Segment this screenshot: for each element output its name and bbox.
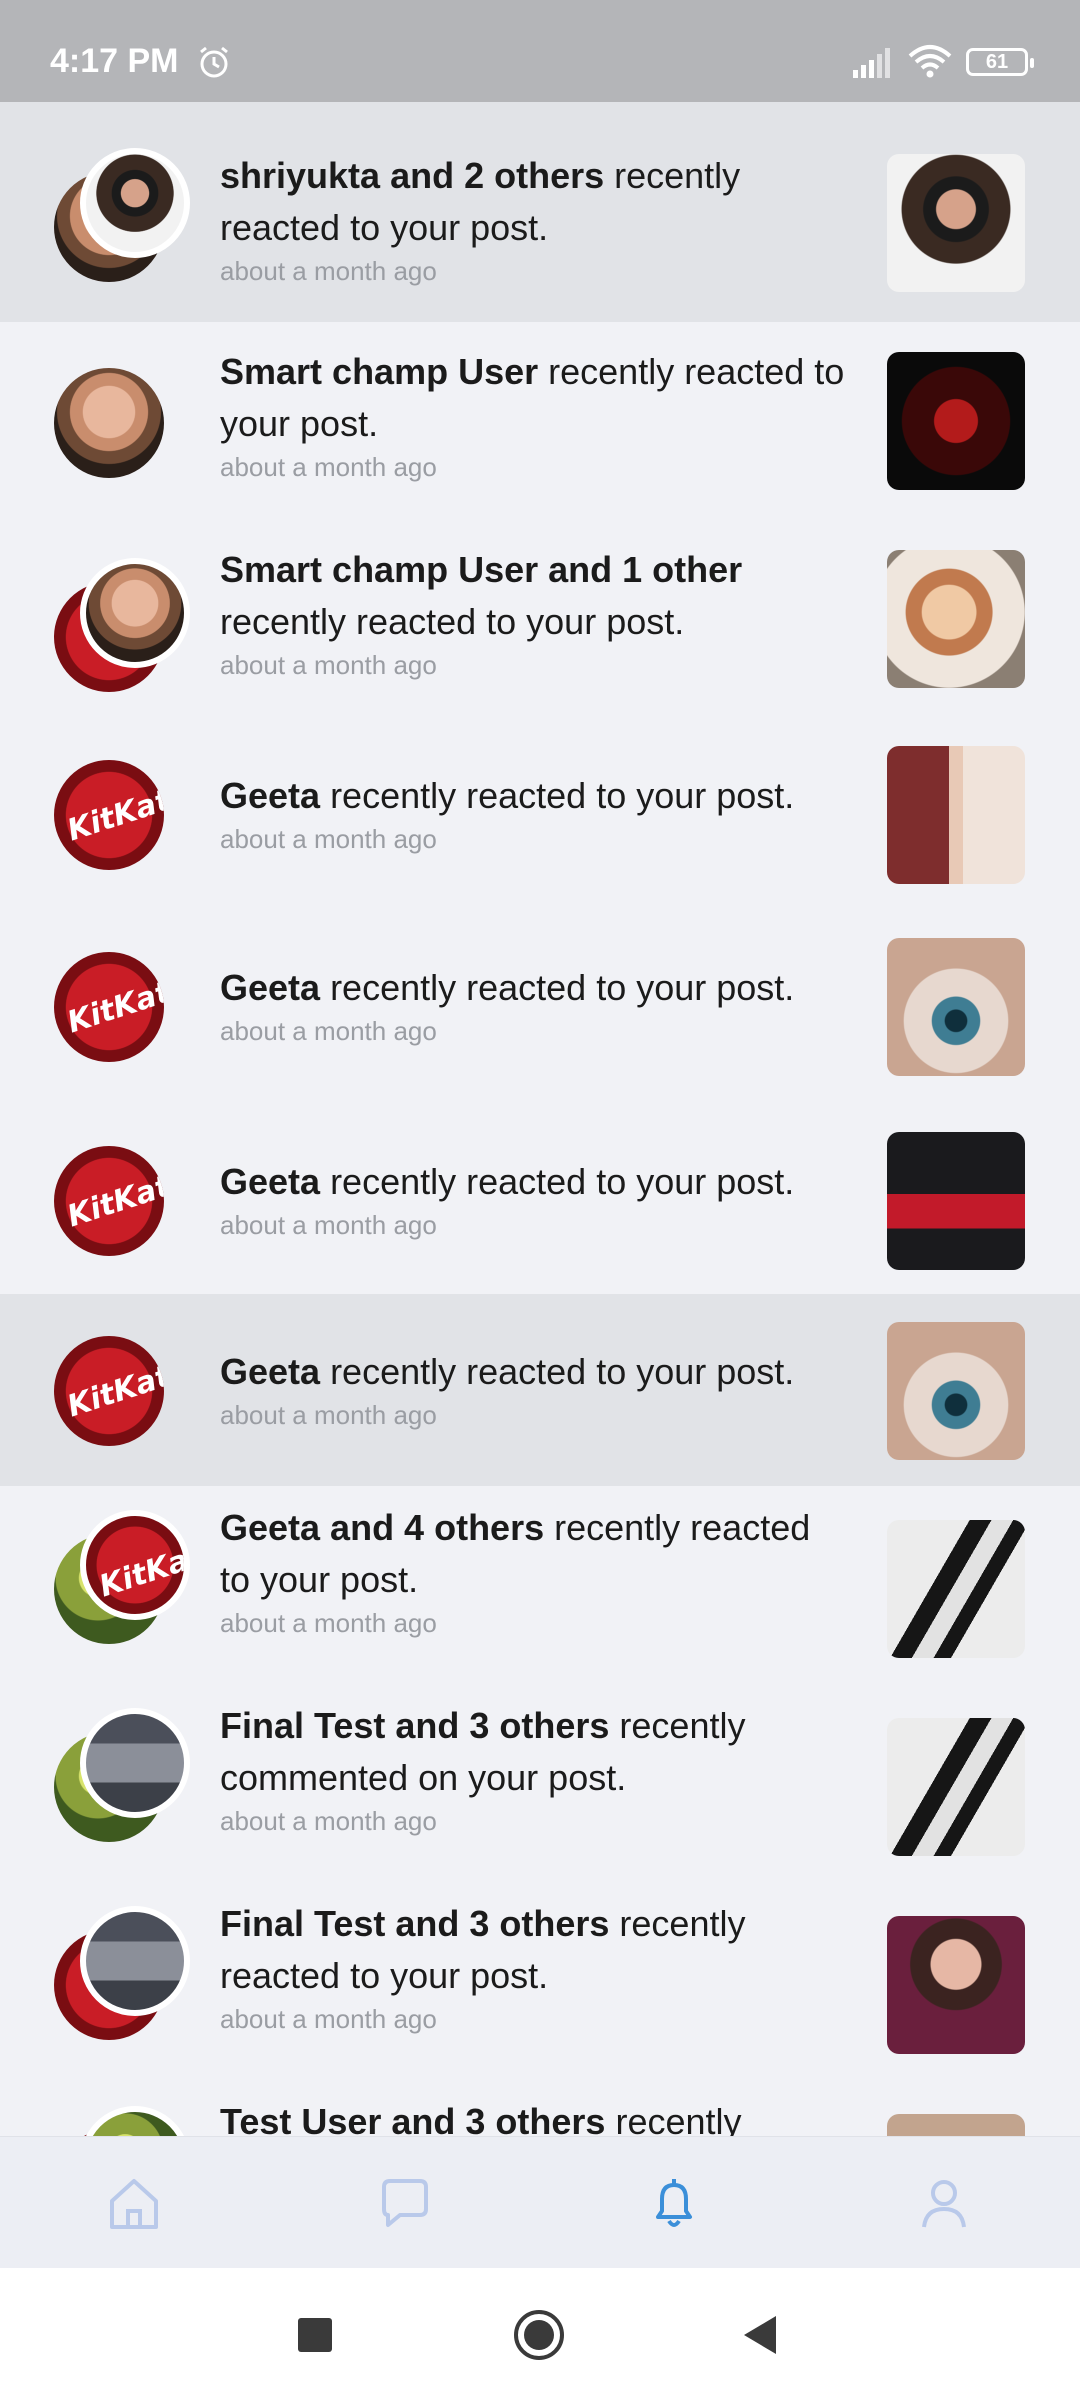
avatar-stack: KitKat: [54, 760, 194, 900]
kitkat-avatar: KitKat: [54, 1146, 164, 1256]
post-thumbnail[interactable]: [887, 2114, 1025, 2136]
post-thumbnail[interactable]: [887, 154, 1025, 292]
notification-row[interactable]: KitKat Geeta recently reacted to your po…: [0, 1294, 1080, 1486]
home-icon[interactable]: [104, 2173, 164, 2233]
post-thumbnail[interactable]: [887, 550, 1025, 688]
post-thumbnail[interactable]: [887, 1718, 1025, 1856]
notification-message: Geeta recently reacted to your post.: [220, 1161, 795, 1202]
avatar: [80, 558, 190, 668]
avatar-logo-text: KitKat: [63, 1358, 164, 1425]
avatar-logo-text: KitKat: [63, 782, 164, 849]
notification-text: Test User and 3 others recently: [220, 2096, 850, 2136]
avatar-stack: KitKat: [54, 952, 194, 1092]
post-thumbnail[interactable]: [887, 746, 1025, 884]
notification-message: Geeta recently reacted to your post.: [220, 775, 795, 816]
home-button[interactable]: [512, 2308, 566, 2362]
avatar-stack: KitKat: [54, 1146, 194, 1286]
notification-time: about a month ago: [220, 1016, 437, 1046]
notification-text: Final Test and 3 others recently comment…: [220, 1700, 850, 1837]
notification-text: Geeta recently reacted to your post. abo…: [220, 1156, 850, 1241]
notification-row[interactable]: KitKat Geeta and 4 others recently react…: [0, 1486, 1080, 1684]
post-thumbnail[interactable]: [887, 1322, 1025, 1460]
notification-row[interactable]: Smart champ User recently reacted to you…: [0, 322, 1080, 520]
chat-icon[interactable]: [374, 2173, 434, 2233]
avatar: [80, 1708, 190, 1818]
post-thumbnail[interactable]: [887, 1132, 1025, 1270]
notification-time: about a month ago: [220, 1210, 437, 1240]
notification-message: shriyukta and 2 others recently reacted …: [220, 155, 741, 248]
notification-text: shriyukta and 2 others recently reacted …: [220, 150, 850, 287]
avatar-logo-text: KitKat: [63, 1168, 164, 1235]
post-thumbnail[interactable]: [887, 352, 1025, 490]
post-thumbnail[interactable]: [887, 1520, 1025, 1658]
notification-text: Geeta recently reacted to your post. abo…: [220, 962, 850, 1047]
notification-row[interactable]: KitKat Geeta recently reacted to your po…: [0, 1102, 1080, 1294]
avatar-logo-text: KitKat: [63, 974, 164, 1041]
kitkat-avatar: KitKat: [54, 1336, 164, 1446]
post-thumbnail[interactable]: [887, 1916, 1025, 2054]
notification-message: Smart champ User recently reacted to you…: [220, 351, 845, 444]
avatar: [54, 368, 164, 478]
kitkat-avatar: KitKat: [80, 1510, 190, 1620]
signal-icon: [853, 48, 890, 78]
notification-message: Geeta recently reacted to your post.: [220, 967, 795, 1008]
system-nav-bar: [0, 2268, 1080, 2400]
notification-row[interactable]: shriyukta and 2 others recently reacted …: [0, 102, 1080, 322]
avatar-stack: KitKat: [54, 1510, 194, 1650]
notification-time: about a month ago: [220, 824, 437, 854]
notification-time: about a month ago: [220, 452, 437, 482]
status-time: 4:17 PM: [50, 42, 179, 80]
notification-text: Geeta recently reacted to your post. abo…: [220, 1346, 850, 1431]
avatar-stack: [54, 558, 194, 698]
avatar: [80, 148, 190, 258]
avatar-stack: [54, 1708, 194, 1848]
notification-list[interactable]: shriyukta and 2 others recently reacted …: [0, 102, 1080, 2136]
notification-row[interactable]: Test User and 3 others recently: [0, 2080, 1080, 2136]
notification-row[interactable]: Final Test and 3 others recently comment…: [0, 1684, 1080, 1882]
avatar-stack: [54, 1906, 194, 2046]
notification-time: about a month ago: [220, 256, 437, 286]
wifi-icon: [908, 45, 952, 78]
back-button[interactable]: [740, 2314, 780, 2356]
avatar: [80, 2106, 190, 2136]
notification-time: about a month ago: [220, 1400, 437, 1430]
bottom-nav: [0, 2136, 1080, 2269]
avatar: [80, 1906, 190, 2016]
notification-text: Geeta and 4 others recently reacted to y…: [220, 1502, 850, 1639]
notification-message: Final Test and 3 others recently comment…: [220, 1705, 746, 1798]
notification-row[interactable]: Final Test and 3 others recently reacted…: [0, 1882, 1080, 2080]
avatar-stack: [54, 2106, 194, 2136]
notification-time: about a month ago: [220, 1608, 437, 1638]
kitkat-avatar: KitKat: [54, 952, 164, 1062]
notification-text: Final Test and 3 others recently reacted…: [220, 1898, 850, 2035]
post-thumbnail[interactable]: [887, 938, 1025, 1076]
notification-text: Geeta recently reacted to your post. abo…: [220, 770, 850, 855]
alarm-icon: [200, 46, 228, 78]
notification-message: Final Test and 3 others recently reacted…: [220, 1903, 746, 1996]
avatar-logo-text: KitKat: [95, 1538, 190, 1605]
notification-time: about a month ago: [220, 1806, 437, 1836]
notification-row[interactable]: KitKat Geeta recently reacted to your po…: [0, 910, 1080, 1102]
bell-icon[interactable]: [644, 2173, 704, 2233]
recents-button[interactable]: [296, 2316, 334, 2354]
notification-text: Smart champ User and 1 other recently re…: [220, 544, 850, 681]
avatar-stack: [54, 148, 194, 288]
battery-icon: 61: [966, 48, 1034, 76]
profile-icon[interactable]: [914, 2173, 974, 2233]
notification-time: about a month ago: [220, 2004, 437, 2034]
notification-row[interactable]: KitKat Geeta recently reacted to your po…: [0, 718, 1080, 910]
notification-row[interactable]: Smart champ User and 1 other recently re…: [0, 520, 1080, 718]
status-bar: 4:17 PM 61: [0, 0, 1080, 102]
notification-message: Test User and 3 others recently: [220, 2101, 742, 2136]
notification-text: Smart champ User recently reacted to you…: [220, 346, 850, 483]
avatar-stack: KitKat: [54, 1336, 194, 1476]
avatar-stack: [54, 368, 194, 508]
kitkat-avatar: KitKat: [54, 760, 164, 870]
notification-message: Geeta and 4 others recently reacted to y…: [220, 1507, 811, 1600]
notification-message: Smart champ User and 1 other recently re…: [220, 549, 743, 642]
notification-time: about a month ago: [220, 650, 437, 680]
notification-message: Geeta recently reacted to your post.: [220, 1351, 795, 1392]
